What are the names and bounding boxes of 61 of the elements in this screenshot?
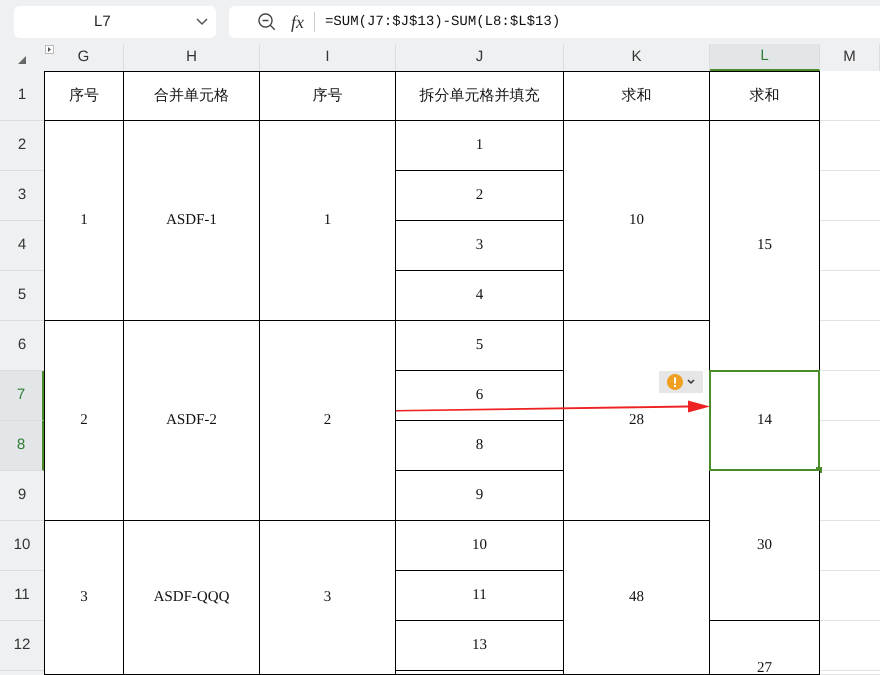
table-cell[interactable]: 11 (396, 571, 564, 621)
row-header[interactable]: 12 (0, 621, 44, 671)
row-header[interactable]: 3 (0, 171, 44, 221)
table-cell[interactable]: 27 (710, 621, 820, 675)
row-header[interactable]: 10 (0, 521, 44, 571)
table-cell[interactable]: 1 (260, 121, 396, 321)
table-cell[interactable]: 1 (396, 121, 564, 171)
table-cell[interactable]: 48 (564, 521, 710, 675)
table-cell[interactable]: ASDF-1 (124, 121, 260, 321)
table-cell[interactable]: 2 (260, 321, 396, 521)
table-cell[interactable]: 2 (44, 321, 124, 521)
table-cell[interactable]: 4 (396, 271, 564, 321)
table-cell[interactable]: 5 (396, 321, 564, 371)
table-cell[interactable]: 8 (396, 421, 564, 471)
table-cell[interactable]: 3 (396, 221, 564, 271)
table-cell[interactable]: ASDF-QQQ (124, 521, 260, 675)
column-header[interactable]: M (820, 44, 880, 71)
name-box[interactable]: L7 (14, 6, 216, 38)
table-cell[interactable]: 合并单元格 (124, 71, 260, 121)
column-header[interactable]: I (260, 44, 396, 71)
row-header[interactable]: 5 (0, 271, 44, 321)
table-cell[interactable]: 14 (709, 370, 820, 471)
row-header[interactable]: 7 (0, 371, 44, 421)
row-header[interactable]: 6 (0, 321, 44, 371)
table-cell[interactable]: 28 (564, 321, 710, 521)
table-cell[interactable]: 3 (260, 521, 396, 675)
column-header[interactable]: L (710, 44, 820, 71)
table-cell[interactable]: 求和 (564, 71, 710, 121)
formula-text[interactable]: =SUM(J7:$J$13)-SUM(L8:$L$13) (325, 12, 560, 32)
table-cell[interactable]: 30 (710, 471, 820, 621)
column-header[interactable]: G (44, 44, 124, 71)
column-header[interactable]: J (396, 44, 564, 71)
row-header[interactable]: 9 (0, 471, 44, 521)
table-cell[interactable]: 2 (396, 171, 564, 221)
table-cell[interactable]: 9 (396, 471, 564, 521)
table-cell[interactable]: 6 (396, 371, 564, 421)
table-cell[interactable]: 序号 (44, 71, 124, 121)
table-cell[interactable]: 13 (396, 621, 564, 671)
function-button[interactable]: fx (291, 12, 315, 32)
chevron-down-icon (687, 379, 695, 385)
row-header[interactable]: 1 (0, 71, 44, 121)
column-header[interactable]: H (124, 44, 260, 71)
table-cell[interactable]: 1 (44, 121, 124, 321)
warning-icon (667, 374, 683, 390)
zoom-out-icon[interactable] (257, 12, 277, 32)
table-cell[interactable]: 10 (396, 521, 564, 571)
select-all-triangle-icon[interactable] (18, 56, 26, 64)
expand-icon[interactable] (45, 45, 54, 54)
table-cell[interactable]: 求和 (710, 71, 820, 121)
table-cell[interactable]: 3 (44, 521, 124, 675)
table-cell[interactable]: 序号 (260, 71, 396, 121)
row-header[interactable]: 8 (0, 421, 44, 471)
cell-reference: L7 (94, 12, 111, 32)
row-header[interactable]: 11 (0, 571, 44, 621)
row-header[interactable]: 2 (0, 121, 44, 171)
table-cell[interactable]: 10 (564, 121, 710, 321)
table-cell[interactable]: ASDF-2 (124, 321, 260, 521)
chevron-down-icon (196, 18, 208, 26)
row-header[interactable]: 4 (0, 221, 44, 271)
column-header[interactable]: K (564, 44, 710, 71)
table-cell[interactable]: 拆分单元格并填充 (396, 71, 564, 121)
